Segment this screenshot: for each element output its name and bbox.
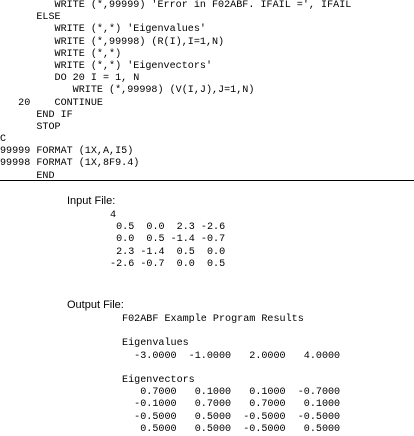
input-line: 0.5 0.0 2.3 -2.6 [104, 222, 226, 234]
fortran-code-listing: WRITE (*,99999) 'Error in F02ABF. IFAIL … [0, 0, 351, 183]
output-line: Eigenvectors [116, 374, 195, 386]
code-line: 20 CONTINUE [0, 97, 103, 109]
input-line: 2.3 -1.4 0.5 0.0 [104, 246, 226, 258]
code-line: C [0, 134, 7, 146]
output-line: -0.5000 0.5000 -0.5000 -0.5000 [116, 411, 341, 423]
code-line: STOP [0, 121, 61, 133]
section-divider [0, 180, 414, 181]
code-line: 99998 FORMAT (1X,8F9.4) [0, 158, 140, 170]
input-file-content: 4 0.5 0.0 2.3 -2.6 0.0 0.5 -1.4 -0.7 2.3… [104, 210, 225, 271]
code-line: 99999 FORMAT (1X,A,I5) [0, 146, 134, 158]
code-line: WRITE (*,*) 'Eigenvectors' [0, 60, 213, 72]
output-line: Eigenvalues [116, 338, 189, 350]
code-line: WRITE (*,99998) (V(I,J),J=1,N) [0, 85, 255, 97]
output-line: 0.5000 0.5000 -0.5000 0.5000 [116, 423, 341, 435]
code-line: WRITE (*,*) [0, 48, 122, 60]
output-line: 0.7000 0.1000 0.1000 -0.7000 [116, 387, 341, 399]
output-line: F02ABF Example Program Results [116, 314, 304, 325]
code-line: DO 20 I = 1, N [0, 73, 140, 85]
document-page: { "code": { "lines": [ " WRITE (*,99999)… [0, 0, 414, 435]
output-line: -3.0000 -1.0000 2.0000 4.0000 [116, 350, 341, 362]
output-line: -0.1000 0.7000 0.7000 0.1000 [116, 399, 341, 411]
code-line: WRITE (*,99998) (R(I),I=1,N) [0, 36, 225, 48]
code-line: ELSE [0, 12, 61, 24]
code-line: END IF [0, 109, 73, 121]
input-file-label: Input File: [67, 195, 116, 207]
output-file-label: Output File: [67, 299, 124, 311]
input-line: -2.6 -0.7 0.0 0.5 [104, 258, 226, 270]
code-line: WRITE (*,*) 'Eigenvalues' [0, 24, 206, 36]
input-line: 0.0 0.5 -1.4 -0.7 [104, 234, 226, 246]
code-line: WRITE (*,99999) 'Error in F02ABF. IFAIL … [0, 0, 352, 11]
input-line: 4 [104, 210, 117, 221]
output-file-content: F02ABF Example Program Results Eigenvalu… [116, 314, 340, 436]
